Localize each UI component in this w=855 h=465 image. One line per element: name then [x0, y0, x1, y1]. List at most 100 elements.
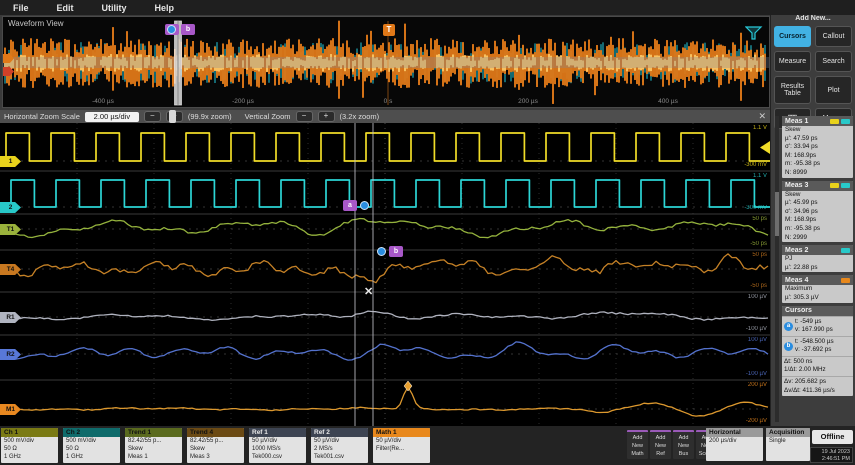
v-zoom-out-button[interactable]: − [295, 111, 313, 122]
panel-title: Meas 4 [785, 276, 809, 284]
panel-line: m: -95.38 ps [785, 224, 820, 232]
cursor-line: t: -548.500 µs [795, 337, 834, 345]
right-axis-label: 100 µV [747, 294, 767, 300]
source-chip [841, 277, 850, 283]
right-axis-label: 1.1 V [752, 125, 767, 131]
cursor-a-handle-icon[interactable] [360, 201, 369, 210]
acquisition-badge-value: Single [769, 438, 786, 444]
panel-meas4[interactable]: Meas 4 Maximum µ': 305.3 µV [782, 275, 853, 303]
cursor-line: t: -549 µs [795, 317, 822, 325]
badge-title: Ref 2 [311, 428, 368, 437]
cursor-a-icon: a [784, 321, 793, 331]
trigger-position-flag[interactable]: T [383, 24, 395, 36]
zoom-close-button[interactable]: ✕ [758, 111, 766, 122]
cursor-b-pill[interactable]: b [389, 246, 403, 257]
v-zoom-readout: (3.2x zoom) [339, 112, 380, 121]
panel-meas3[interactable]: Meas 3 Skew µ': 45.99 ps σ': 34.96 ps M: 168… [782, 180, 853, 243]
results-scrollbar[interactable] [775, 116, 779, 422]
sidebar-button-cursors[interactable]: Cursors [774, 26, 811, 47]
badge-ch1[interactable]: Ch 1 500 mV/div 50 Ω 1 GHz [1, 428, 58, 463]
horizontal-badge-title: Horizontal [706, 428, 763, 437]
cursor-line: 1/Δt: 2.00 MHz [784, 366, 826, 374]
sidebar-button-plot[interactable]: Plot [815, 76, 852, 104]
scrollbar-handle[interactable] [775, 192, 779, 236]
menu-item-help[interactable]: Help [142, 1, 188, 15]
panel-line: σ': 33.94 ps [785, 143, 818, 151]
menu-item-utility[interactable]: Utility [89, 1, 140, 15]
cursor-readout-lines: t: -549 µs v: 167.990 ps [795, 318, 833, 335]
panel-meas2[interactable]: Meas 2 PJ µ': 22.88 ps [782, 245, 853, 273]
add-new-math-button[interactable]: Add New Math [627, 430, 648, 459]
badge-line: Meas 3 [190, 454, 210, 460]
cursor-line: Δt: 500 ns [784, 357, 813, 365]
menu-item-file[interactable]: File [0, 1, 42, 15]
badge-math1[interactable]: Math 1 50 µV/div Filter(Re... [373, 428, 430, 463]
source-chip [841, 183, 850, 189]
right-axis-label: -200 µV [745, 418, 767, 424]
waveform-overview-panel[interactable]: Waveform View -400 µs -200 µs 0 s 200 µs 400… [2, 16, 770, 108]
badge-line: Skew [190, 446, 205, 452]
sidebar-button-search[interactable]: Search [815, 51, 852, 72]
badge-ref1[interactable]: Ref 1 50 µV/div 1000 MS/s Tek000.csv [249, 428, 306, 463]
panel-meas1[interactable]: Meas 1 Skew µ': 47.59 ps σ': 33.94 ps M: 168… [782, 116, 853, 178]
settings-bar: Ch 1 500 mV/div 50 Ω1 GHz Ch 2 500 mV/div 50 … [0, 426, 855, 465]
right-axis-label: -300 mV [744, 162, 767, 168]
zoom-window-grip[interactable] [169, 110, 176, 123]
badge-ch2[interactable]: Ch 2 500 mV/div 50 Ω 1 GHz [63, 428, 120, 463]
cursor-readout-lines: Δv: 205.682 ps Δv/Δt: 411.36 µs/s [784, 378, 835, 395]
menu-item-edit[interactable]: Edit [44, 1, 87, 15]
right-axis-label: 1.1 V [752, 173, 767, 179]
sidebar-button-measure[interactable]: Measure [774, 51, 811, 72]
right-axis-label: 100 µV [747, 337, 767, 343]
cursor-readout-row: Δv: 205.682 ps Δv/Δt: 411.36 µs/s [782, 376, 853, 396]
add-new-bus-button[interactable]: Add New Bus [673, 430, 694, 459]
cursor-a-pill[interactable]: a [343, 200, 357, 211]
offline-button[interactable]: Offline [812, 430, 853, 444]
badge-line: 1 GHz [4, 454, 22, 460]
panel-line: Skew [785, 190, 801, 198]
badge-line: Skew [128, 446, 143, 452]
v-zoom-in-button[interactable]: + [317, 111, 335, 122]
overview-axis-tick: -400 µs [92, 98, 114, 105]
zoom-funnel-icon[interactable] [745, 26, 763, 41]
panel-line: N: 2999 [785, 233, 808, 241]
panel-line: µ': 305.3 µV [785, 293, 819, 301]
cursor-b-handle-icon[interactable] [377, 247, 386, 256]
panel-header: Meas 4 [782, 275, 853, 286]
badge-trend4[interactable]: Trend 4 82.42/55 p... Skew Meas 3 [187, 428, 244, 463]
right-axis-label: -50 ps [750, 241, 767, 247]
right-axis-label: 50 ps [752, 252, 767, 258]
add-new-ref-button[interactable]: Add New Ref [650, 430, 671, 459]
vertical-zoom-label: Vertical Zoom [244, 112, 291, 121]
cursor-readout-row: a t: -549 µs v: 167.990 ps [782, 315, 853, 336]
sidebar-button-callout[interactable]: Callout [815, 26, 852, 47]
waveform-plot [0, 123, 770, 426]
badge-line: 1000 MS/s [252, 446, 281, 452]
panel-line: µ': 45.99 ps [785, 199, 818, 207]
cursor-drag-crosshair-icon[interactable]: ✕ [364, 285, 373, 298]
h-zoom-out-button[interactable]: − [143, 111, 161, 122]
badge-line: 50 Ω [66, 446, 79, 452]
horizontal-badge-value: 200 µs/div [709, 438, 737, 444]
source-chip [830, 118, 839, 124]
badge-ref2[interactable]: Ref 2 50 µV/div 2 MS/s Tek001.csv [311, 428, 368, 463]
badge-title: Trend 4 [187, 428, 244, 437]
panel-cursors[interactable]: Cursors a t: -549 µs v: 167.990 ps b t: -548.… [782, 305, 853, 397]
panel-header: Cursors [782, 305, 853, 316]
right-axis-label: -50 ps [750, 283, 767, 289]
acquisition-badge[interactable]: Acquisition Single [766, 428, 810, 461]
sidebar-button-results-table[interactable]: Results Table [774, 76, 811, 104]
badge-line: 82.42/55 p... [128, 438, 162, 444]
source-chip [841, 118, 850, 124]
cursor-a-flag[interactable] [165, 24, 179, 35]
cursor-b-flag[interactable]: b [181, 24, 195, 35]
horizontal-badge[interactable]: Horizontal 200 µs/div [706, 428, 763, 461]
right-axis-label: -100 µV [745, 326, 767, 332]
zoomed-waveform-view[interactable]: a b ✕ 1 2 T1 T4 R1 R2 M1 1.1 V -300 mV 1.1 V -300 … [0, 123, 770, 426]
badge-line: 50 µV/div [252, 438, 278, 444]
cursor-a-dot-icon [167, 25, 176, 34]
badge-trend1[interactable]: Trend 1 82.42/55 p... Skew Meas 1 [125, 428, 182, 463]
panel-line: m: -95.38 ps [785, 160, 820, 168]
zoom-scale-input[interactable]: 2.00 µs/div [84, 111, 139, 122]
add-new-label: Add New... [795, 15, 831, 22]
